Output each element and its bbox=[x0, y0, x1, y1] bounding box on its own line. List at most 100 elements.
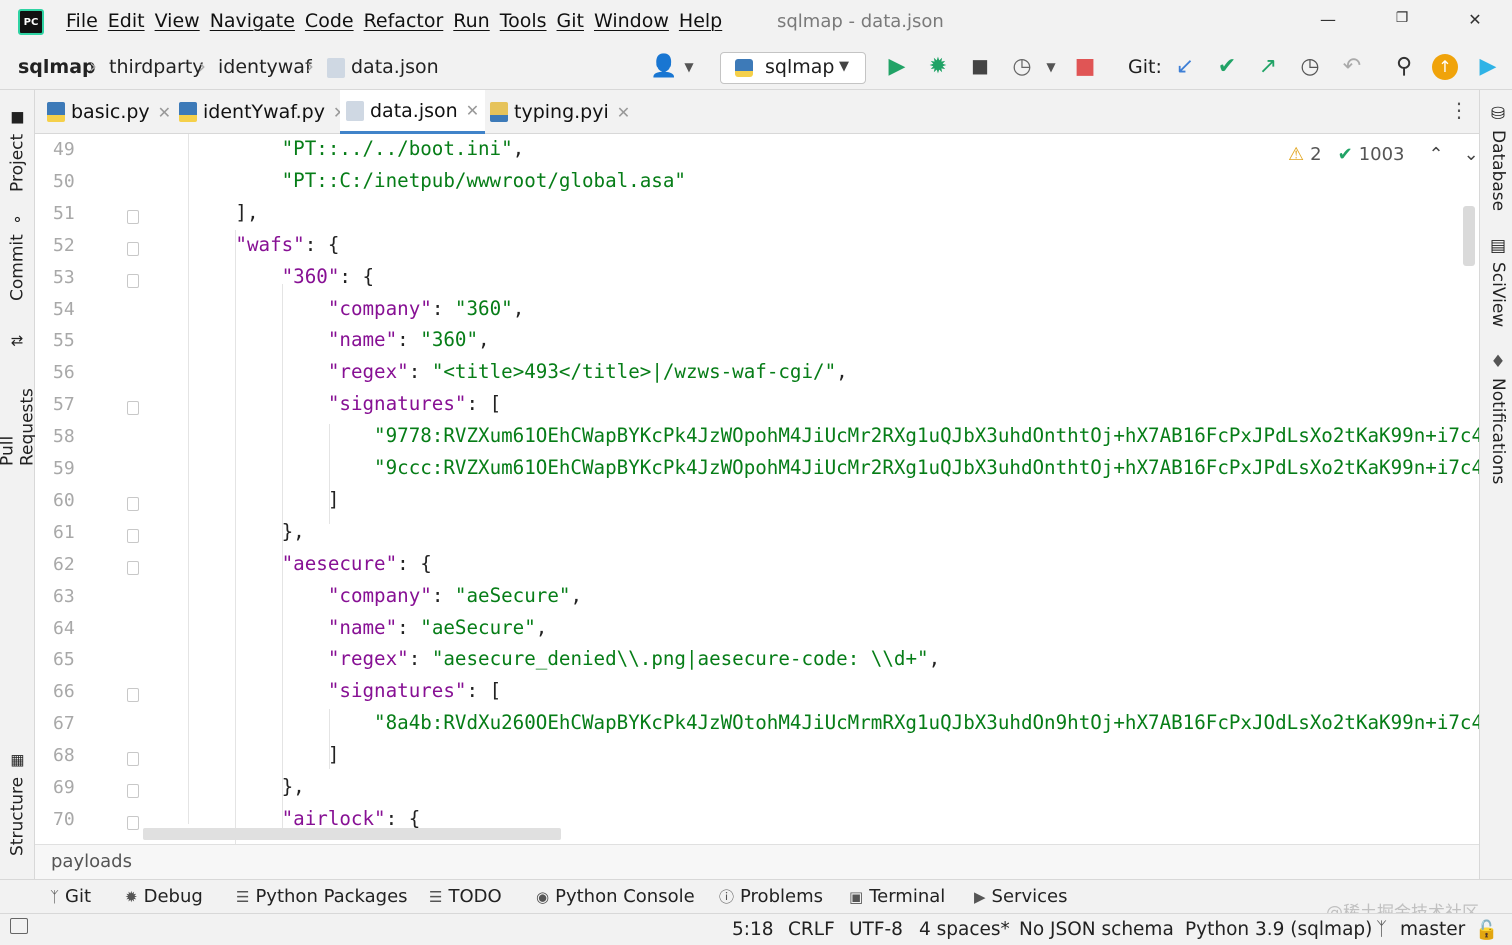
coverage-icon[interactable]: ◼ bbox=[966, 54, 994, 80]
fold-marker-icon[interactable] bbox=[127, 528, 139, 543]
tool-window-todo[interactable]: ☰ TODO bbox=[429, 886, 502, 907]
debug-icon[interactable]: ✹ bbox=[924, 54, 952, 80]
code-line[interactable]: "PT::C:/inetpub/wwwroot/global.asa" bbox=[143, 169, 686, 192]
code-line[interactable]: "9778:RVZXum61OEhCWapBYKcPk4JzWOpohM4JiU… bbox=[143, 424, 1479, 447]
code-line[interactable]: "wafs": { bbox=[143, 233, 339, 256]
code-line[interactable]: "8a4b:RVdXu260OEhCWapBYKcPk4JzWOtohM4JiU… bbox=[143, 711, 1479, 734]
menu-item-help[interactable]: Help bbox=[679, 10, 722, 32]
jetbrains-ai-icon[interactable]: ▶ bbox=[1474, 54, 1502, 80]
code-line[interactable]: "9ccc:RVZXum61OEhCWapBYKcPk4JzWOpohM4JiU… bbox=[143, 456, 1479, 479]
tool-tab-database[interactable]: ⛁ Database bbox=[1484, 104, 1512, 214]
fold-marker-icon[interactable] bbox=[127, 401, 139, 416]
git-push-icon[interactable]: ↗ bbox=[1254, 54, 1282, 80]
horizontal-scrollbar[interactable] bbox=[143, 828, 561, 840]
fold-marker-icon[interactable] bbox=[127, 560, 139, 575]
menu-item-code[interactable]: Code bbox=[305, 10, 354, 32]
code-line[interactable]: "360": { bbox=[143, 265, 374, 288]
fold-marker-icon[interactable] bbox=[127, 752, 139, 767]
inspection-widget[interactable]: ⚠ 2 ✔ 1003 ⌃ ⌄ bbox=[1288, 144, 1479, 165]
breadcrumb-file[interactable]: data.json bbox=[351, 56, 439, 78]
tool-window-debug[interactable]: ✹ Debug bbox=[125, 886, 203, 907]
tool-window-python-console[interactable]: ◉ Python Console bbox=[536, 886, 695, 907]
code-line[interactable]: "airlock": { bbox=[143, 807, 421, 830]
fold-marker-icon[interactable] bbox=[127, 815, 139, 830]
menu-item-file[interactable]: File bbox=[66, 10, 98, 32]
breadcrumb-project[interactable]: sqlmap bbox=[18, 56, 96, 78]
chevron-down-icon[interactable]: ▼ bbox=[675, 54, 703, 80]
git-commit-icon[interactable]: ✔ bbox=[1213, 54, 1241, 80]
profile-icon[interactable]: ◷ bbox=[1008, 54, 1036, 80]
code-line[interactable]: "signatures": [ bbox=[143, 679, 501, 702]
update-available-icon[interactable]: ↑ bbox=[1432, 54, 1458, 80]
previous-highlight-icon[interactable]: ⌃ bbox=[1429, 144, 1444, 165]
tool-window-python-packages[interactable]: ☰ Python Packages bbox=[236, 886, 408, 907]
structure-breadcrumb[interactable]: payloads bbox=[51, 851, 132, 872]
tool-tab-pull-requests[interactable]: Pull Requests ⇅ bbox=[0, 330, 38, 470]
code-line[interactable]: "regex": "aesecure_denied\\.png|aesecure… bbox=[143, 647, 940, 670]
breadcrumb-folder[interactable]: thirdparty bbox=[109, 56, 204, 78]
breadcrumb-subfolder[interactable]: identywaf bbox=[218, 56, 312, 78]
history-icon[interactable]: ◷ bbox=[1296, 54, 1324, 80]
code-line[interactable]: "aesecure": { bbox=[143, 552, 432, 575]
tool-window-terminal[interactable]: ▣ Terminal bbox=[849, 886, 945, 907]
fold-marker-icon[interactable] bbox=[127, 496, 139, 511]
code-line[interactable]: "company": "360", bbox=[143, 297, 524, 320]
menu-item-git[interactable]: Git bbox=[557, 10, 584, 32]
close-tab-icon[interactable]: ✕ bbox=[466, 101, 479, 120]
stop-icon[interactable]: ■ bbox=[1071, 54, 1099, 80]
vertical-scrollbar[interactable] bbox=[1463, 206, 1475, 266]
minimize-icon[interactable]: — bbox=[1316, 10, 1340, 29]
close-window-icon[interactable]: ✕ bbox=[1463, 10, 1487, 29]
rollback-icon[interactable]: ↶ bbox=[1338, 54, 1366, 80]
indent-setting[interactable]: 4 spaces* bbox=[919, 919, 1010, 940]
git-branch[interactable]: master bbox=[1400, 919, 1465, 940]
code-editor[interactable]: 49 50 51 52 53 54 55 56 57 58 59 60 61 62 63 64 65 66 67 68… bbox=[35, 134, 1479, 844]
tab-data-json[interactable]: data.json ✕ bbox=[340, 90, 486, 134]
tab-basic-py[interactable]: basic.py ✕ bbox=[41, 90, 177, 134]
tool-window-git[interactable]: ᛉ Git bbox=[50, 886, 91, 907]
tab-identywaf-py[interactable]: identYwaf.py ✕ bbox=[173, 90, 352, 134]
run-icon[interactable]: ▶ bbox=[883, 54, 911, 80]
fold-marker-icon[interactable] bbox=[127, 241, 139, 256]
code-line[interactable]: "name": "aeSecure", bbox=[143, 616, 548, 639]
tool-tab-notifications[interactable]: ♦ Notifications bbox=[1484, 352, 1512, 484]
menu-item-window[interactable]: Window bbox=[594, 10, 669, 32]
user-icon[interactable]: 👤 bbox=[650, 54, 678, 80]
close-tab-icon[interactable]: ✕ bbox=[158, 103, 171, 122]
git-update-icon[interactable]: ↙ bbox=[1171, 54, 1199, 80]
code-line[interactable]: }, bbox=[143, 520, 305, 543]
tool-tab-sciview[interactable]: ▤ SciView bbox=[1484, 236, 1512, 336]
tab-typing-pyi[interactable]: typing.pyi ✕ bbox=[484, 90, 636, 134]
tool-window-problems[interactable]: ⓘ Problems bbox=[719, 886, 823, 907]
next-highlight-icon[interactable]: ⌄ bbox=[1464, 144, 1479, 165]
layout-toggle-icon[interactable] bbox=[10, 918, 28, 934]
chevron-down-icon[interactable]: ▼ bbox=[1037, 54, 1065, 80]
restore-icon[interactable]: ❐ bbox=[1390, 10, 1414, 26]
line-separator[interactable]: CRLF bbox=[788, 919, 835, 940]
python-interpreter[interactable]: Python 3.9 (sqlmap) bbox=[1185, 919, 1372, 940]
file-encoding[interactable]: UTF-8 bbox=[849, 919, 903, 940]
code-line[interactable]: "regex": "<title>493</title>|/wzws-waf-c… bbox=[143, 360, 848, 383]
tool-tab-commit[interactable]: Commit ⚬ bbox=[0, 210, 35, 305]
code-line[interactable]: ] bbox=[143, 743, 340, 766]
code-line[interactable]: ], bbox=[143, 201, 258, 224]
run-configuration-select[interactable]: sqlmap ▼ bbox=[720, 52, 866, 84]
tool-tab-project[interactable]: Project ■ bbox=[0, 100, 35, 196]
menu-item-edit[interactable]: Edit bbox=[108, 10, 145, 32]
menu-item-run[interactable]: Run bbox=[453, 10, 489, 32]
code-line[interactable]: }, bbox=[143, 775, 305, 798]
code-line[interactable]: ] bbox=[143, 488, 340, 511]
json-schema[interactable]: No JSON schema bbox=[1019, 919, 1174, 940]
menu-item-view[interactable]: View bbox=[155, 10, 200, 32]
close-tab-icon[interactable]: ✕ bbox=[617, 103, 630, 122]
menu-item-refactor[interactable]: Refactor bbox=[364, 10, 444, 32]
code-line[interactable]: "signatures": [ bbox=[143, 392, 501, 415]
fold-marker-icon[interactable] bbox=[127, 688, 139, 703]
code-line[interactable]: "company": "aeSecure", bbox=[143, 584, 582, 607]
fold-marker-icon[interactable] bbox=[127, 273, 139, 288]
search-icon[interactable]: ⚲ bbox=[1390, 54, 1418, 80]
code-line[interactable]: "PT::../../boot.ini", bbox=[143, 137, 525, 160]
fold-marker-icon[interactable] bbox=[127, 784, 139, 798]
caret-position[interactable]: 5:18 bbox=[732, 919, 774, 940]
lock-icon[interactable]: 🔓 bbox=[1475, 919, 1498, 941]
